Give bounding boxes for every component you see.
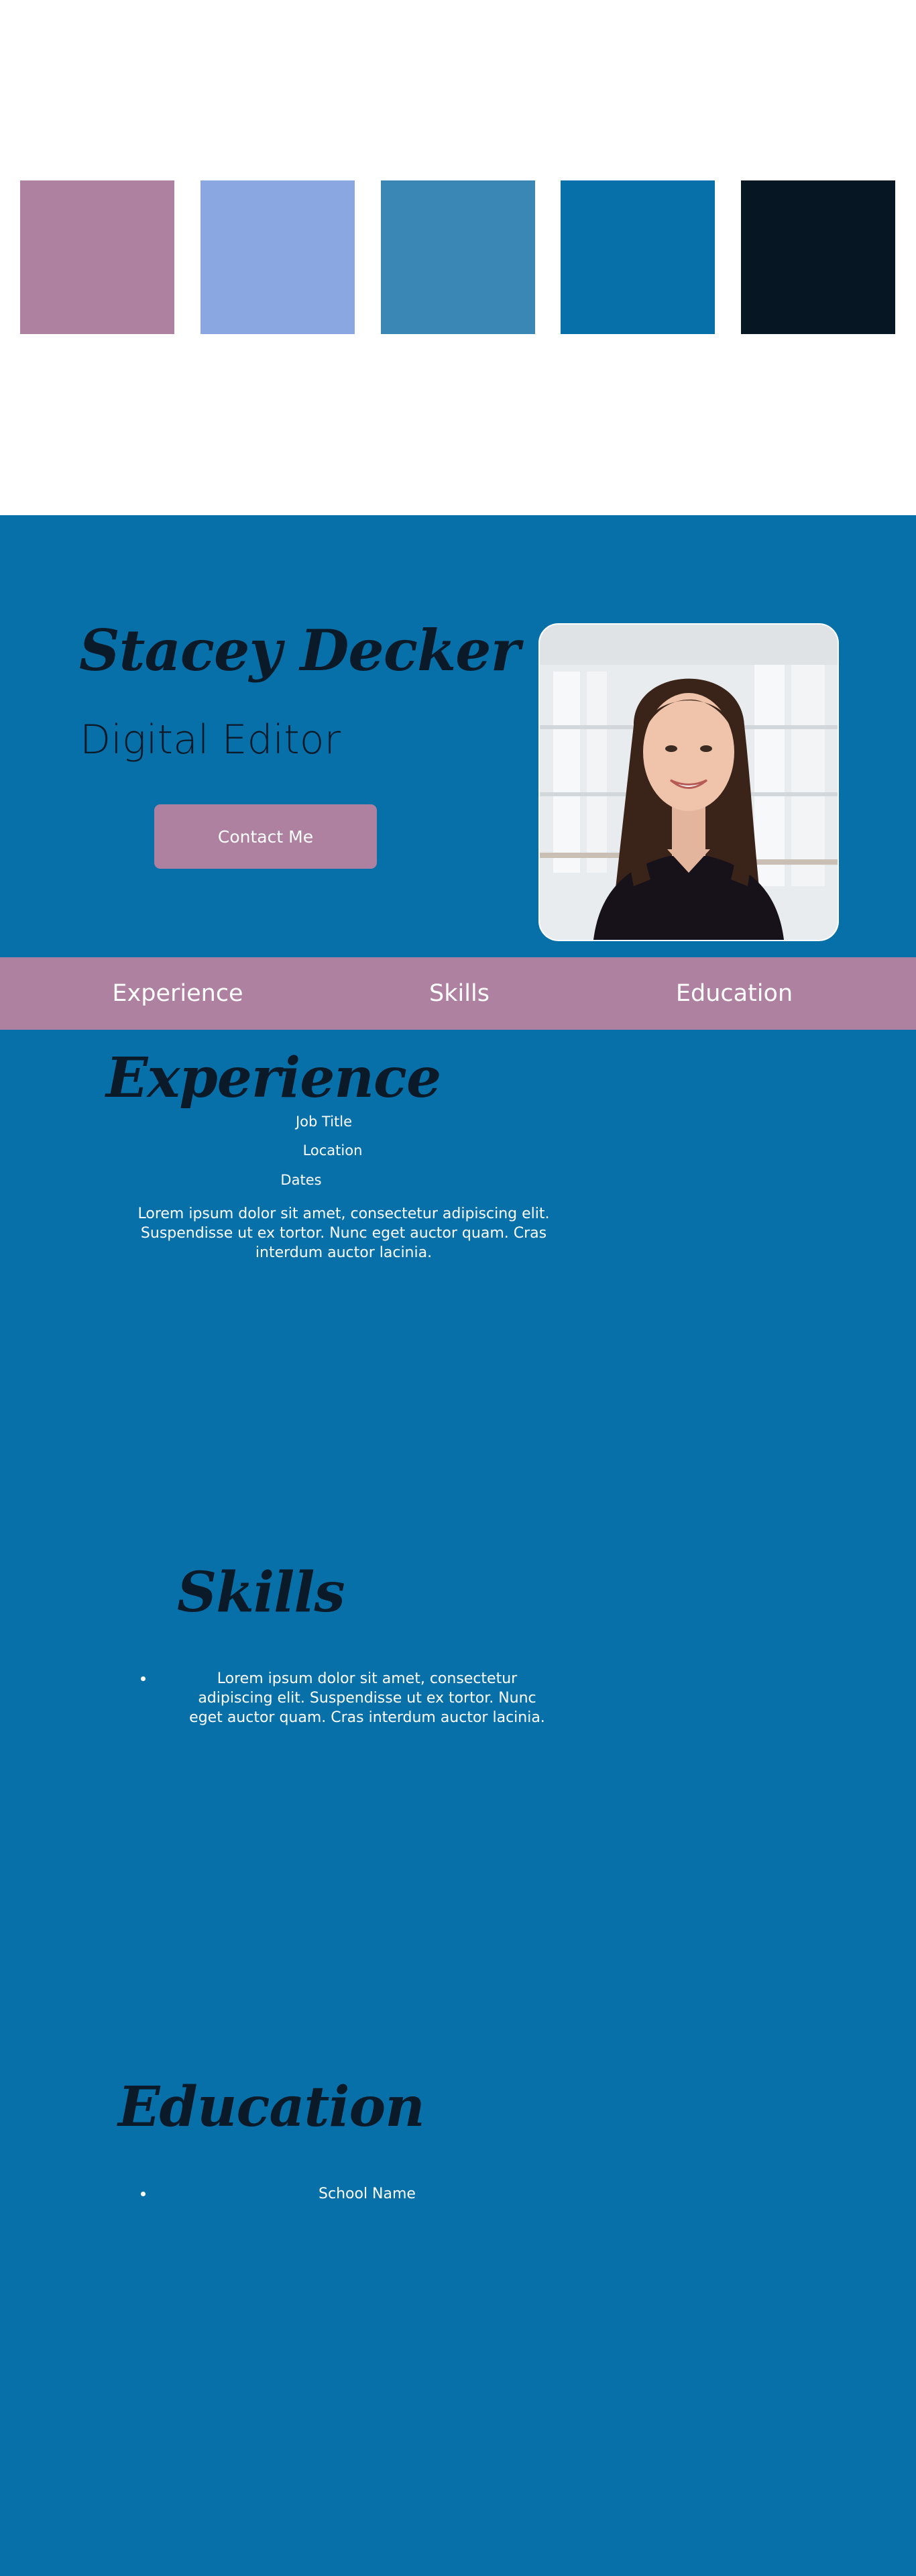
job-location: Location [302, 1142, 363, 1159]
hero-role: Digital Editor [80, 716, 341, 763]
bullet-icon [141, 2192, 146, 2196]
job-title: Job Title [295, 1114, 353, 1130]
hero-name: Stacey Decker [79, 617, 520, 684]
skill-text: Lorem ipsum dolor sit amet, consectetur … [189, 1670, 545, 1726]
list-item: Lorem ipsum dolor sit amet, consectetur … [141, 1669, 553, 1727]
nav-item-experience[interactable]: Experience [94, 957, 262, 1030]
color-swatch [741, 180, 895, 334]
list-item: School Name [141, 2184, 553, 2204]
education-title: Education [118, 2075, 425, 2139]
job-description: Lorem ipsum dolor sit amet, consectetur … [137, 1205, 550, 1261]
nav-item-skills[interactable]: Skills [392, 957, 526, 1030]
skills-title: Skills [177, 1560, 345, 1625]
color-swatch [561, 180, 715, 334]
profile-photo [538, 623, 839, 941]
contact-me-button[interactable]: Contact Me [154, 804, 377, 869]
color-swatch [20, 180, 174, 334]
school-name: School Name [319, 2186, 416, 2202]
bullet-icon [141, 1676, 146, 1681]
color-swatch [381, 180, 535, 334]
experience-title: Experience [106, 1046, 441, 1110]
section-nav: Experience Skills Education [0, 957, 916, 1030]
job-dates: Dates [280, 1172, 322, 1188]
skills-list: Lorem ipsum dolor sit amet, consectetur … [141, 1669, 553, 1727]
color-palette [0, 0, 916, 515]
nav-item-education[interactable]: Education [650, 957, 818, 1030]
education-list: School Name [141, 2184, 553, 2204]
color-swatch [201, 180, 355, 334]
